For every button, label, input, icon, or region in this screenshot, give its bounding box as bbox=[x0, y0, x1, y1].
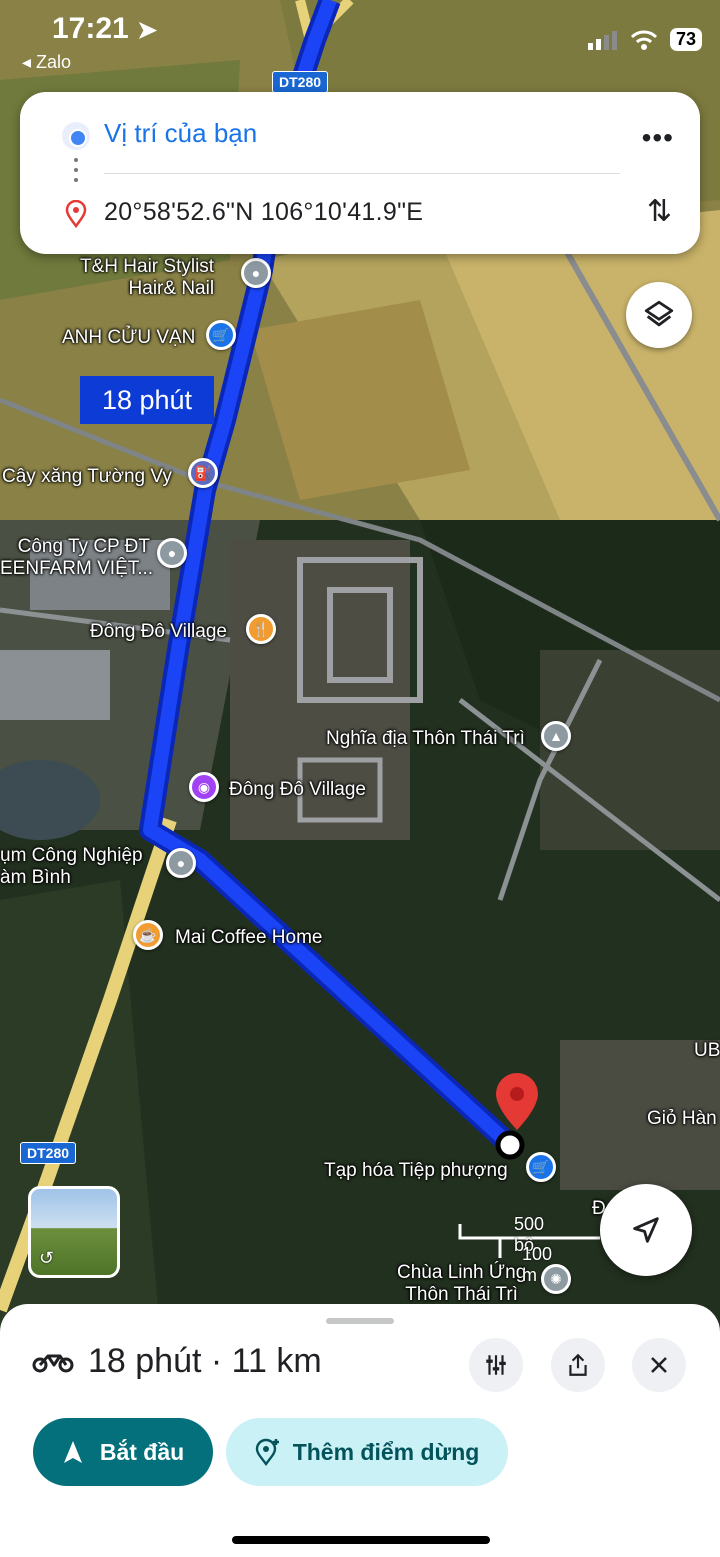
map-label[interactable]: T&H Hair Stylist Hair& Nail bbox=[80, 256, 214, 300]
map-label[interactable]: Giỏ Hàn bbox=[647, 1108, 717, 1130]
add-stop-button[interactable]: Thêm điểm dừng bbox=[226, 1418, 508, 1486]
time-text: 17:21 bbox=[52, 12, 129, 45]
map-label[interactable]: Cây xăng Tường Vy bbox=[2, 466, 172, 488]
road-badge: DT280 bbox=[20, 1142, 77, 1164]
scale-meters: 100 m bbox=[522, 1244, 553, 1285]
route-end-circle bbox=[495, 1130, 525, 1160]
origin-dot-icon bbox=[62, 122, 90, 150]
navigation-icon bbox=[63, 1441, 82, 1463]
close-icon bbox=[651, 1357, 667, 1373]
cafe-icon[interactable]: ☕ bbox=[133, 920, 163, 950]
status-time: 17:21 ➤ bbox=[52, 12, 157, 46]
origin-field[interactable]: Vị trí của bạn bbox=[104, 118, 257, 149]
street-view-thumbnail[interactable]: ↺ bbox=[28, 1186, 120, 1278]
cemetery-icon[interactable]: ▲ bbox=[541, 721, 571, 751]
home-indicator[interactable] bbox=[232, 1536, 490, 1544]
my-location-button[interactable] bbox=[600, 1184, 692, 1276]
share-button[interactable] bbox=[551, 1338, 605, 1392]
more-icon[interactable]: ••• bbox=[642, 122, 674, 154]
restaurant-icon[interactable]: 🍴 bbox=[246, 614, 276, 644]
route-dots bbox=[74, 158, 78, 188]
filter-icon bbox=[486, 1355, 506, 1375]
map-label[interactable]: ANH CỬU VẠN bbox=[62, 327, 195, 349]
layers-icon bbox=[644, 300, 674, 327]
camera-icon[interactable]: ◉ bbox=[189, 772, 219, 802]
route-divider bbox=[104, 173, 620, 174]
status-icons: 73 bbox=[587, 28, 702, 51]
destination-marker-icon bbox=[65, 200, 87, 228]
poi-pin-icon[interactable]: ● bbox=[166, 848, 196, 878]
swap-icon[interactable]: ⇅ bbox=[647, 194, 672, 229]
add-stop-label: Thêm điểm dừng bbox=[292, 1438, 480, 1465]
street-view-icon: ↺ bbox=[39, 1248, 55, 1268]
shopping-cart-icon[interactable]: 🛒 bbox=[526, 1152, 556, 1182]
map-label[interactable]: Mai Coffee Home bbox=[175, 927, 323, 949]
motorbike-icon bbox=[32, 1354, 74, 1373]
location-arrow-icon: ➤ bbox=[137, 17, 158, 44]
status-bar: 17:21 ➤ ◂ Zalo 73 bbox=[0, 0, 720, 80]
sheet-handle[interactable] bbox=[326, 1318, 394, 1324]
map-label[interactable]: Chùa Linh Ứng Thôn Thái Trì bbox=[397, 1262, 526, 1306]
destination-field[interactable]: 20°58'52.6"N 106°10'41.9"E bbox=[104, 198, 423, 227]
map-label[interactable]: ụm Công Nghiệp àm Bình bbox=[0, 845, 143, 889]
add-stop-icon bbox=[255, 1438, 279, 1466]
start-label: Bắt đầu bbox=[99, 1438, 185, 1465]
layers-button[interactable] bbox=[626, 282, 692, 348]
route-time-tag[interactable]: 18 phút bbox=[80, 376, 214, 424]
map-label[interactable]: Công Ty CP ĐT EENFARM VIỆT... bbox=[0, 536, 153, 580]
poi-pin-icon[interactable]: ● bbox=[241, 258, 271, 288]
route-summary: 18 phút · 11 km bbox=[88, 1342, 322, 1380]
back-to-app[interactable]: ◂ Zalo bbox=[22, 52, 71, 73]
close-button[interactable] bbox=[632, 1338, 686, 1392]
route-card: Vị trí của bạn 20°58'52.6"N 106°10'41.9"… bbox=[20, 92, 700, 254]
filter-button[interactable] bbox=[469, 1338, 523, 1392]
share-icon bbox=[569, 1353, 587, 1376]
signal-icon bbox=[587, 30, 617, 50]
directions-sheet: 18 phút · 11 km Bắt đầu Thêm điểm dừng bbox=[0, 1304, 720, 1557]
map-label[interactable]: Tạp hóa Tiệp phượng bbox=[324, 1160, 508, 1182]
map-label[interactable]: UB bbox=[694, 1040, 720, 1062]
navigation-arrow-icon bbox=[633, 1217, 659, 1243]
start-button[interactable]: Bắt đầu bbox=[33, 1418, 213, 1486]
battery-indicator: 73 bbox=[669, 28, 702, 51]
map-label[interactable]: Nghĩa địa Thôn Thái Trì bbox=[326, 728, 525, 750]
map-label[interactable]: Đông Đô Village bbox=[90, 621, 227, 643]
shopping-cart-icon[interactable]: 🛒 bbox=[206, 320, 236, 350]
wifi-icon bbox=[630, 30, 658, 50]
gas-station-icon[interactable]: ⛽ bbox=[188, 458, 218, 488]
poi-pin-icon[interactable]: ● bbox=[157, 538, 187, 568]
map-label[interactable]: Đông Đô Village bbox=[229, 779, 366, 801]
